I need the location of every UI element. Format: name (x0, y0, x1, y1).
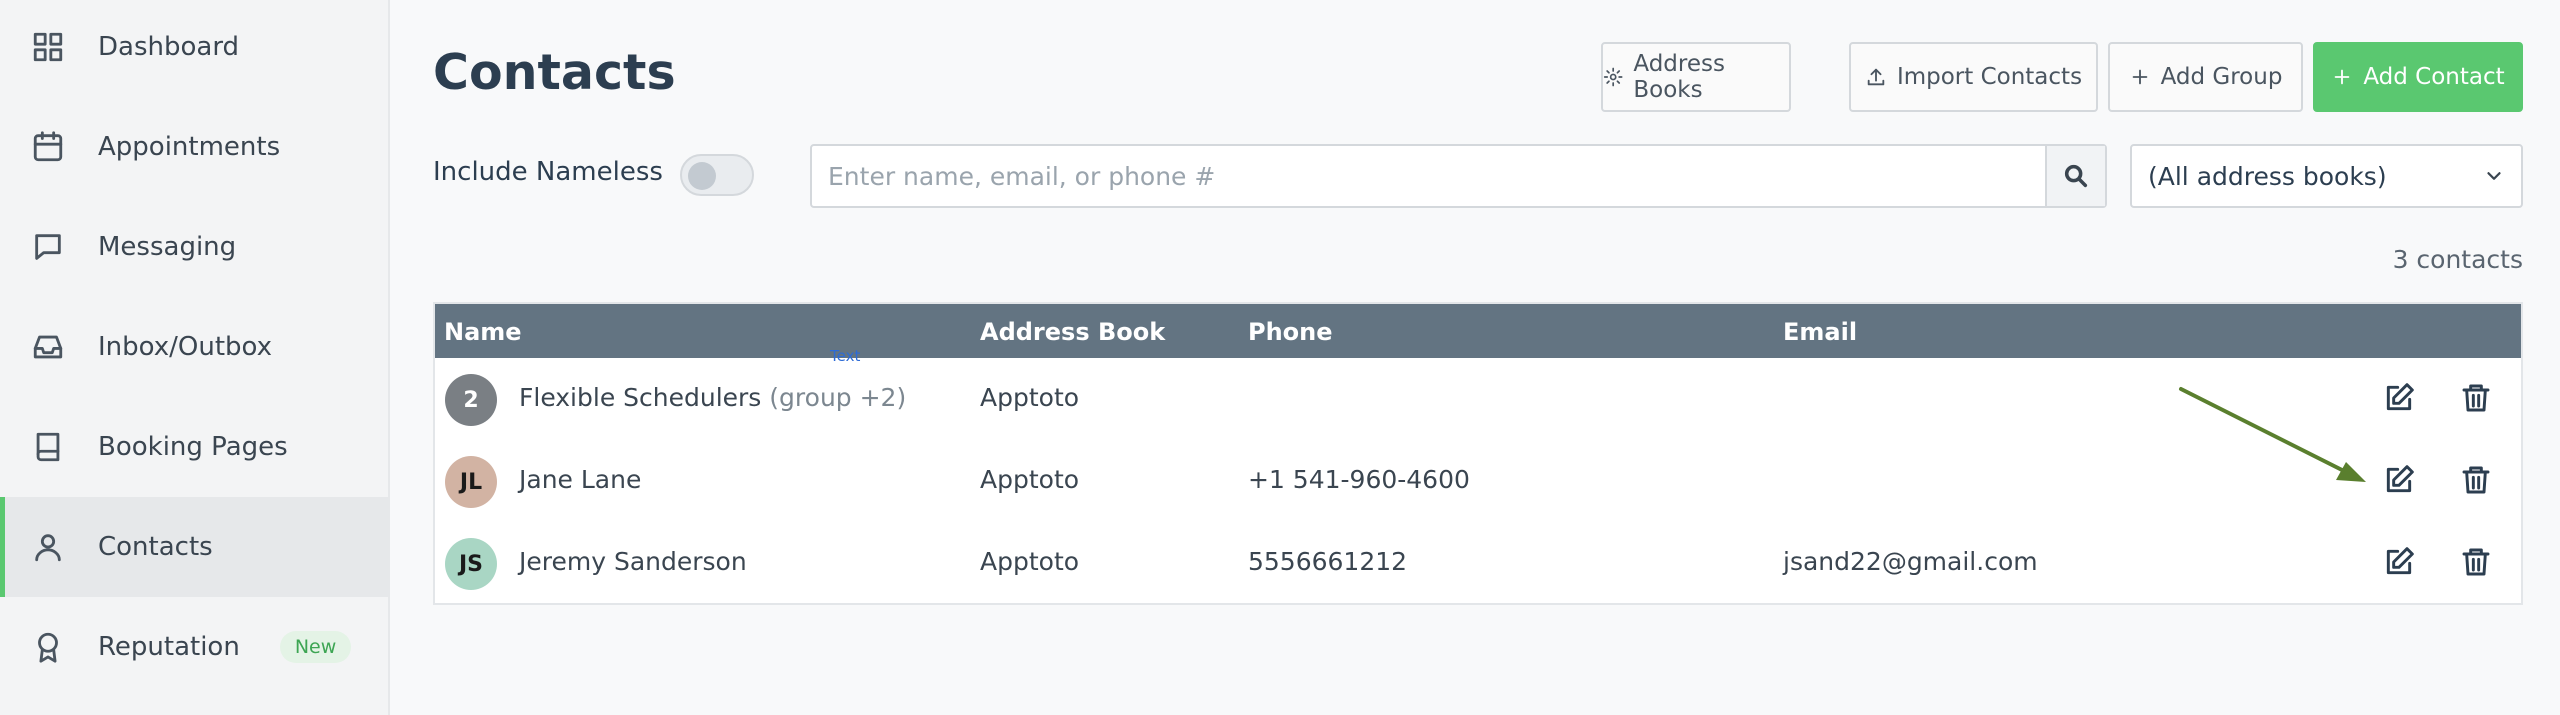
plus-icon (2334, 69, 2350, 85)
address-book-cell: Apptoto (980, 383, 1080, 412)
new-badge: New (279, 631, 352, 663)
sidebar-item-label: Messaging (98, 232, 237, 262)
page-title: Contacts (433, 44, 676, 101)
trash-icon (2462, 466, 2490, 494)
search-box (810, 144, 2107, 208)
sidebar-item-messaging[interactable]: Messaging (0, 197, 390, 297)
email-cell[interactable]: jsand22@gmail.com (1783, 547, 2038, 576)
contact-name[interactable]: Flexible Schedulers (group +2) (519, 383, 906, 412)
avatar: JL (445, 456, 497, 508)
column-header-email[interactable]: Email (1783, 318, 1857, 346)
address-book-select[interactable]: (All address books) (2130, 144, 2523, 208)
add-group-label: Add Group (2160, 64, 2283, 90)
chevron-down-icon (2487, 172, 2501, 180)
sidebar-item-booking-pages[interactable]: Booking Pages (0, 397, 390, 497)
address-books-button[interactable]: Address Books (1601, 42, 1791, 112)
edit-icon (2386, 383, 2414, 411)
group-suffix: (group +2) (769, 383, 907, 412)
delete-button[interactable] (2456, 378, 2496, 418)
sidebar-item-reputation[interactable]: Reputation New (0, 597, 390, 697)
add-contact-button[interactable]: Add Contact (2313, 42, 2523, 112)
table-row[interactable]: 2 Flexible Schedulers (group +2) Apptoto (435, 358, 2521, 440)
edit-button[interactable] (2379, 378, 2419, 418)
phone-text-hint: Text (830, 347, 861, 365)
delete-button[interactable] (2456, 542, 2496, 582)
plus-icon (2132, 69, 2147, 85)
inbox-icon (30, 329, 66, 365)
sidebar-item-dashboard[interactable]: Dashboard (0, 0, 390, 97)
column-header-address-book[interactable]: Address Book (980, 318, 1165, 346)
sidebar: Dashboard Appointments Messaging Inbox/O… (0, 0, 390, 715)
address-book-cell: Apptoto (980, 465, 1080, 494)
sidebar-item-contacts[interactable]: Contacts (0, 497, 390, 597)
user-icon (30, 529, 66, 565)
sidebar-item-label: Reputation (98, 632, 240, 662)
toggle-knob (688, 162, 716, 190)
upload-icon (1867, 68, 1885, 86)
sidebar-item-label: Booking Pages (98, 432, 288, 462)
message-icon (30, 229, 66, 265)
trash-icon (2462, 384, 2490, 412)
import-contacts-button[interactable]: Import Contacts (1849, 42, 2098, 112)
sidebar-item-label: Dashboard (98, 32, 240, 62)
contacts-table: Name Address Book Phone Email 2 Flexible… (433, 302, 2523, 605)
address-books-label: Address Books (1633, 51, 1725, 103)
sidebar-item-label: Contacts (98, 532, 213, 562)
sidebar-item-inbox-outbox[interactable]: Inbox/Outbox (0, 297, 390, 397)
search-input[interactable] (812, 146, 2045, 206)
delete-button[interactable] (2456, 460, 2496, 500)
contact-name[interactable]: Jane Lane (519, 465, 641, 494)
address-book-select-value: (All address books) (2148, 161, 2387, 191)
include-nameless-toggle[interactable] (680, 154, 754, 196)
avatar: JS (445, 538, 497, 590)
sidebar-item-label: Inbox/Outbox (98, 332, 273, 362)
phone-cell[interactable]: 5556661212 (1248, 547, 1407, 576)
search-icon (2064, 164, 2088, 188)
search-button[interactable] (2045, 146, 2105, 206)
column-header-phone[interactable]: Phone (1248, 318, 1333, 346)
address-book-cell: Apptoto (980, 547, 1080, 576)
avatar: 2 (445, 374, 497, 426)
gear-icon (1603, 67, 1623, 87)
trash-icon (2462, 548, 2490, 576)
edit-icon (2386, 465, 2414, 493)
edit-icon (2386, 547, 2414, 575)
column-header-name[interactable]: Name (444, 318, 522, 346)
table-header: Name Address Book Phone Email (435, 304, 2521, 358)
add-contact-label: Add Contact (2363, 64, 2505, 90)
contact-name-text: Flexible Schedulers (519, 383, 762, 412)
sidebar-item-appointments[interactable]: Appointments (0, 97, 390, 197)
book-icon (30, 429, 66, 465)
edit-button[interactable] (2379, 460, 2419, 500)
contact-name[interactable]: Jeremy Sanderson (519, 547, 747, 576)
sidebar-item-label: Appointments (98, 132, 281, 162)
phone-cell[interactable]: +1 541-960-4600 (1248, 465, 1470, 494)
calendar-icon (30, 129, 66, 165)
dashboard-icon (30, 29, 66, 65)
table-row[interactable]: JL Jane Lane Apptoto +1 541-960-4600 (435, 440, 2521, 522)
import-contacts-label: Import Contacts (1896, 64, 2083, 90)
contact-count: 3 contacts (2392, 245, 2523, 274)
include-nameless-label: Include Nameless (433, 157, 663, 187)
award-icon (30, 629, 66, 665)
edit-button[interactable] (2379, 542, 2419, 582)
add-group-button[interactable]: Add Group (2108, 42, 2303, 112)
table-row[interactable]: JS Jeremy Sanderson Apptoto 5556661212 j… (435, 522, 2521, 604)
